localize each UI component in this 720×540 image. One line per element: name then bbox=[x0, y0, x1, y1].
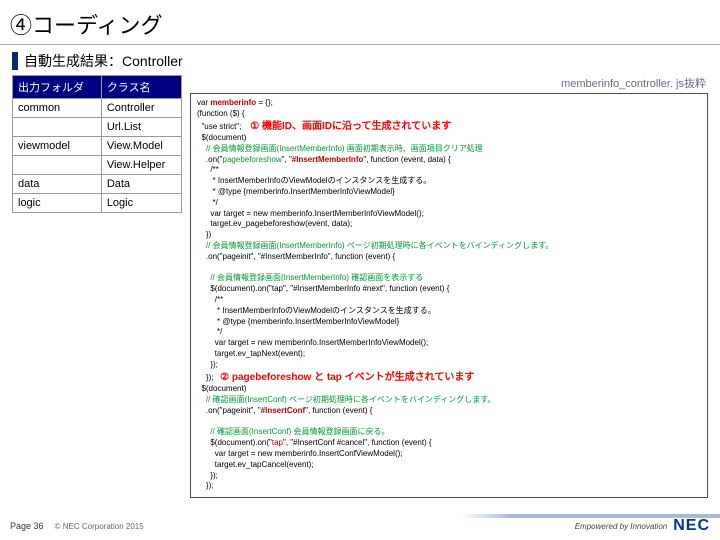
table-row: View.Helper bbox=[13, 156, 182, 175]
code-line: * InsertMemberInfoのViewModelのインスタンスを生成する… bbox=[197, 306, 436, 315]
cell-folder: common bbox=[13, 99, 102, 118]
table-row: common Controller bbox=[13, 99, 182, 118]
slide: ④コーディング 自動生成結果：Controller 出力フォルダ クラス名 co… bbox=[0, 0, 720, 540]
code-line: $(document).on("tap", "#InsertMemberInfo… bbox=[197, 284, 449, 293]
code-line: "use strict"; ① 機能ID、画面IDに沿って生成されています bbox=[197, 122, 451, 131]
cell-folder: viewmodel bbox=[13, 137, 102, 156]
copyright: © NEC Corporation 2015 bbox=[55, 522, 144, 531]
code-line: (function ($) { bbox=[197, 109, 245, 118]
nec-logo: NEC bbox=[673, 517, 710, 535]
page-title: ④コーディング bbox=[0, 0, 720, 45]
page-number: Page 36 bbox=[10, 521, 44, 531]
table-header-row: 出力フォルダ クラス名 bbox=[13, 76, 182, 99]
cell-folder: data bbox=[13, 175, 102, 194]
cell-class: View.Helper bbox=[101, 156, 181, 175]
code-line: * @type {memberinfo.InsertMemberInfoView… bbox=[197, 187, 395, 196]
content-area: 出力フォルダ クラス名 common Controller Url.List v… bbox=[0, 75, 720, 498]
code-comment: // 会員情報登録画面(InsertMemberInfo) ページ初期処理時に各… bbox=[197, 241, 553, 250]
cell-folder bbox=[13, 156, 102, 175]
th-classname: クラス名 bbox=[101, 76, 181, 99]
subtitle: 自動生成結果：Controller bbox=[24, 51, 183, 71]
code-line: */ bbox=[197, 198, 218, 207]
code-line: .on("pageinit", "#InsertConf", function … bbox=[197, 406, 372, 415]
code-line: }); bbox=[197, 471, 218, 480]
code-line: */ bbox=[197, 327, 222, 336]
table-row: Url.List bbox=[13, 118, 182, 137]
code-line: /** bbox=[197, 295, 223, 304]
code-comment: // 確認画面(InsertConf) ページ初期処理時に各イベントをバインディ… bbox=[197, 395, 496, 404]
code-line: var memberinfo = {}; bbox=[197, 98, 273, 107]
accent-bar bbox=[12, 52, 18, 70]
tagline: Empowered by Innovation bbox=[575, 522, 668, 531]
code-line: * @type {memberinfo.InsertMemberInfoView… bbox=[197, 317, 399, 326]
code-caption: memberinfo_controller. js抜粋 bbox=[190, 75, 708, 91]
cell-class: Controller bbox=[101, 99, 181, 118]
code-comment: // 会員情報登録画面(InsertMemberInfo) 画面初期表示時、画面… bbox=[197, 144, 483, 153]
code-line: $(document) bbox=[197, 133, 246, 142]
left-column: 出力フォルダ クラス名 common Controller Url.List v… bbox=[12, 75, 182, 498]
code-line: target.ev_pagebeforeshow(event, data); bbox=[197, 219, 352, 228]
subtitle-row: 自動生成結果：Controller bbox=[0, 45, 720, 75]
table-row: data Data bbox=[13, 175, 182, 194]
code-line: $(document) bbox=[197, 384, 246, 393]
th-folder: 出力フォルダ bbox=[13, 76, 102, 99]
code-line: }); bbox=[197, 360, 218, 369]
code-listing: var memberinfo = {}; (function ($) { "us… bbox=[190, 93, 708, 498]
code-line: .on("pagebeforeshow", "#InsertMemberInfo… bbox=[197, 155, 451, 164]
code-line: }) bbox=[197, 230, 211, 239]
code-line: }); bbox=[197, 481, 213, 490]
cell-class: Logic bbox=[101, 194, 181, 213]
code-line: .on("pageinit", "#InsertMemberInfo", fun… bbox=[197, 252, 395, 261]
footer-left: Page 36 © NEC Corporation 2015 bbox=[10, 521, 144, 532]
right-column: memberinfo_controller. js抜粋 var memberin… bbox=[190, 75, 708, 498]
cell-class: View.Model bbox=[101, 137, 181, 156]
cell-folder bbox=[13, 118, 102, 137]
code-line: * InsertMemberInfoのViewModelのインスタンスを生成する… bbox=[197, 176, 431, 185]
code-comment: // 会員情報登録画面(InsertMemberInfo) 確認画面を表示する bbox=[197, 273, 423, 282]
code-comment: // 確認画面(InsertConf) 会員情報登録画面に戻る。 bbox=[197, 427, 389, 436]
table-row: viewmodel View.Model bbox=[13, 137, 182, 156]
code-line: }); ② pagebeforeshow と tap イベントが生成されています bbox=[197, 373, 474, 382]
code-line: target.ev_tapNext(event); bbox=[197, 349, 305, 358]
class-table: 出力フォルダ クラス名 common Controller Url.List v… bbox=[12, 75, 182, 213]
code-line: var target = new memberinfo.InsertConfVi… bbox=[197, 449, 403, 458]
annotation-1: ① 機能ID、画面IDに沿って生成されています bbox=[250, 121, 451, 132]
footer-brand: Empowered by Innovation NEC bbox=[575, 517, 710, 535]
code-line: $(document).on("tap", "#InsertConf #canc… bbox=[197, 438, 432, 447]
cell-class: Data bbox=[101, 175, 181, 194]
table-row: logic Logic bbox=[13, 194, 182, 213]
cell-class: Url.List bbox=[101, 118, 181, 137]
cell-folder: logic bbox=[13, 194, 102, 213]
code-line: target.ev_tapCancel(event); bbox=[197, 460, 314, 469]
footer: Page 36 © NEC Corporation 2015 Empowered… bbox=[0, 512, 720, 540]
code-line: var target = new memberinfo.InsertMember… bbox=[197, 209, 424, 218]
code-line: /** bbox=[197, 165, 219, 174]
code-line: var target = new memberinfo.InsertMember… bbox=[197, 338, 428, 347]
annotation-2: ② pagebeforeshow と tap イベントが生成されています bbox=[220, 372, 474, 383]
